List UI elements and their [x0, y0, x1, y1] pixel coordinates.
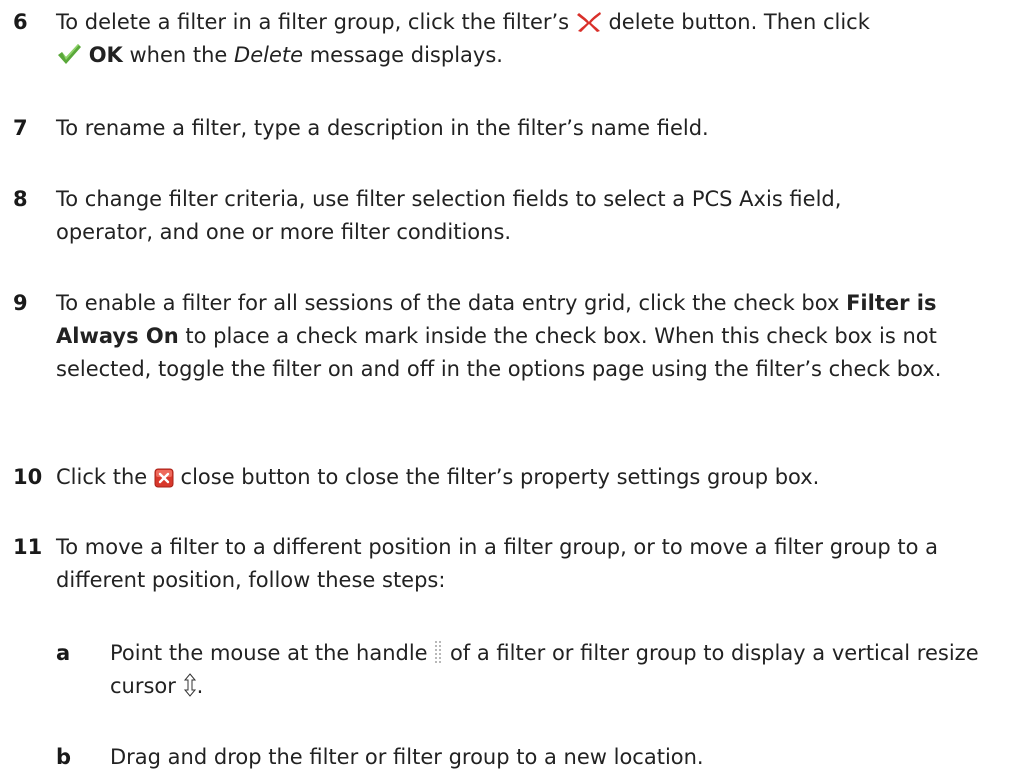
step-number: 8 [13, 187, 28, 211]
step-number: 10 [13, 465, 43, 489]
step-text: To delete a filter in a filter group, cl… [56, 10, 870, 67]
close-button-icon [154, 468, 174, 488]
ok-checkmark-icon [56, 42, 82, 66]
step-text: To move a filter to a different position… [56, 535, 939, 592]
step-text: To change filter criteria, use filter se… [56, 187, 842, 244]
step-number: 11 [13, 535, 43, 559]
substep-letter: b [56, 745, 72, 769]
instruction-page: 6 To delete a filter in a filter group, … [0, 0, 1032, 784]
step-text: To enable a filter for all sessions of t… [56, 291, 942, 381]
step-number: 9 [13, 291, 28, 315]
drag-handle-icon [434, 640, 443, 664]
step-text: To rename a filter, type a description i… [56, 116, 709, 140]
substep-letter: a [56, 641, 71, 665]
delete-x-icon [576, 11, 602, 33]
substep-text: Point the mouse at the handle of a filte… [110, 640, 979, 698]
substep-text: Drag and drop the filter or filter group… [110, 745, 704, 769]
step-number: 6 [13, 10, 28, 34]
vertical-resize-cursor-icon [183, 673, 197, 697]
step-text: Click the close button to close the filt… [56, 465, 820, 489]
step-number: 7 [13, 116, 28, 140]
